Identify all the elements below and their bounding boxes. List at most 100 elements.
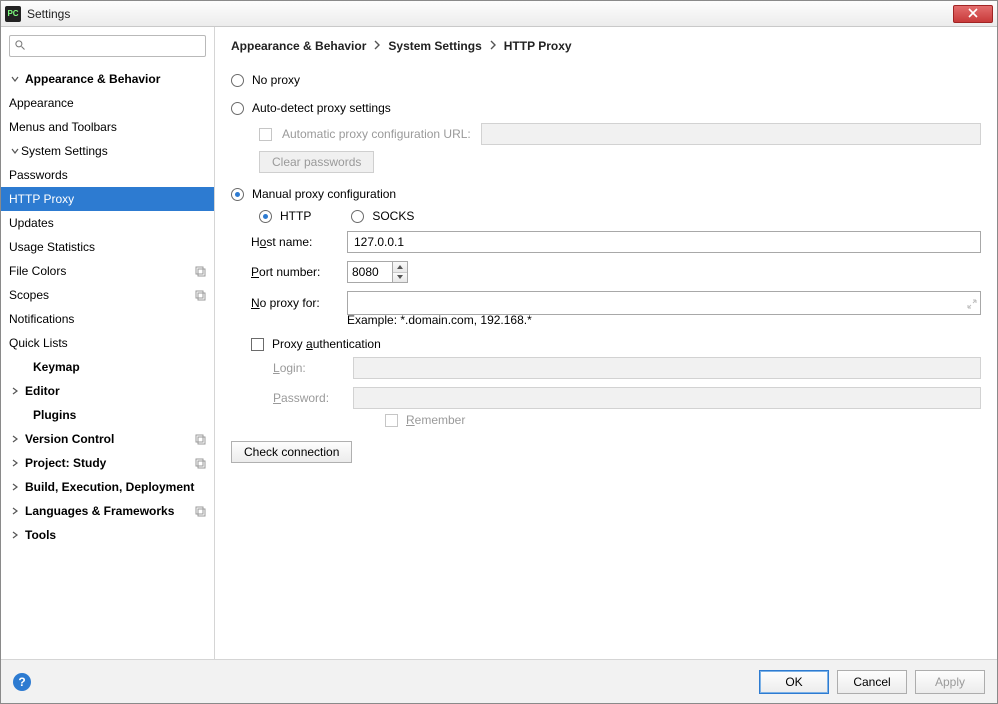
breadcrumb-item[interactable]: Appearance & Behavior [231,39,366,53]
apply-button: Apply [915,670,985,694]
project-level-icon [194,505,206,517]
spinner-down-icon[interactable] [393,273,407,283]
password-label: Password: [273,391,343,405]
tree-label: Menus and Toolbars [9,120,206,134]
tree-usage-statistics[interactable]: Usage Statistics [1,235,214,259]
tree-label: Tools [25,528,206,542]
tree-version-control[interactable]: Version Control [1,427,214,451]
chevron-right-icon [9,483,21,491]
tree-label: Build, Execution, Deployment [25,480,206,494]
checkbox-auto-url [259,128,272,141]
tree-editor[interactable]: Editor [1,379,214,403]
spinner-buttons[interactable] [393,261,408,283]
no-proxy-for-label: No proxy for: [251,296,337,310]
ok-button[interactable]: OK [759,670,829,694]
tree-keymap[interactable]: Keymap [1,355,214,379]
app-icon: PC [5,6,21,22]
tree-label: System Settings [21,144,206,158]
chevron-right-icon [9,387,21,395]
radio-row-manual[interactable]: Manual proxy configuration [231,187,981,201]
settings-tree: Appearance & Behavior Appearance Menus a… [1,63,214,659]
tree-system-settings[interactable]: System Settings [1,139,214,163]
tree-label: Scopes [9,288,194,302]
checkbox-icon [251,338,264,351]
expand-icon[interactable] [967,298,977,312]
radio-row-auto-detect[interactable]: Auto-detect proxy settings [231,101,981,115]
radio-label: Auto-detect proxy settings [252,101,391,115]
radio-row-no-proxy[interactable]: No proxy [231,73,981,87]
radio-label: No proxy [252,73,300,87]
login-label: Login: [273,361,343,375]
tree-scopes[interactable]: Scopes [1,283,214,307]
chevron-down-icon [9,147,21,155]
tree-label: Keymap [33,360,206,374]
titlebar: PC Settings [1,1,997,27]
remember-checkbox-row: Remember [385,413,981,427]
check-connection-button[interactable]: Check connection [231,441,352,463]
chevron-right-icon [490,39,496,53]
proxy-auth-checkbox-row[interactable]: Proxy authentication [251,337,981,351]
tree-tools[interactable]: Tools [1,523,214,547]
clear-passwords-button: Clear passwords [259,151,374,173]
radio-label: SOCKS [372,209,414,223]
tree-notifications[interactable]: Notifications [1,307,214,331]
search-box[interactable] [9,35,206,57]
remember-label: Remember [406,413,465,427]
dialog-footer: ? OK Cancel Apply [1,659,997,703]
tree-build-exec-deploy[interactable]: Build, Execution, Deployment [1,475,214,499]
breadcrumb: Appearance & Behavior System Settings HT… [215,27,997,61]
tree-label: Appearance [9,96,206,110]
content-pane: Appearance & Behavior System Settings HT… [215,27,997,659]
project-level-icon [194,433,206,445]
tree-label: Appearance & Behavior [25,72,206,86]
radio-row-http[interactable]: HTTP [259,209,311,223]
tree-label: Quick Lists [9,336,206,350]
tree-project-study[interactable]: Project: Study [1,451,214,475]
project-level-icon [194,457,206,469]
tree-appearance-behavior[interactable]: Appearance & Behavior [1,67,214,91]
tree-label: Project: Study [25,456,194,470]
password-input [353,387,981,409]
chevron-right-icon [374,39,380,53]
settings-window: PC Settings Appearance & Behavi [0,0,998,704]
tree-menus-toolbars[interactable]: Menus and Toolbars [1,115,214,139]
spinner-up-icon[interactable] [393,262,407,273]
chevron-right-icon [9,507,21,515]
port-label: Port number: [251,265,337,279]
cancel-button[interactable]: Cancel [837,670,907,694]
no-proxy-for-input[interactable] [347,291,981,315]
radio-icon [231,74,244,87]
close-button[interactable] [953,5,993,23]
port-input[interactable] [347,261,393,283]
tree-updates[interactable]: Updates [1,211,214,235]
tree-http-proxy[interactable]: HTTP Proxy [1,187,214,211]
radio-label: Manual proxy configuration [252,187,396,201]
tree-passwords[interactable]: Passwords [1,163,214,187]
close-icon [967,7,979,21]
radio-row-socks[interactable]: SOCKS [351,209,414,223]
port-spinner[interactable] [347,261,981,283]
host-input[interactable] [347,231,981,253]
tree-label: Languages & Frameworks [25,504,194,518]
search-input[interactable] [26,39,201,53]
tree-appearance[interactable]: Appearance [1,91,214,115]
breadcrumb-item[interactable]: System Settings [388,39,481,53]
chevron-right-icon [9,435,21,443]
radio-icon [259,210,272,223]
tree-plugins[interactable]: Plugins [1,403,214,427]
login-input [353,357,981,379]
sidebar: Appearance & Behavior Appearance Menus a… [1,27,215,659]
proxy-auth-label: Proxy authentication [272,337,381,351]
tree-quick-lists[interactable]: Quick Lists [1,331,214,355]
help-button[interactable]: ? [13,673,31,691]
window-title: Settings [27,7,953,21]
radio-icon [231,188,244,201]
chevron-right-icon [9,531,21,539]
breadcrumb-item: HTTP Proxy [504,39,572,53]
auto-url-label: Automatic proxy configuration URL: [282,127,471,141]
tree-file-colors[interactable]: File Colors [1,259,214,283]
project-level-icon [194,265,206,277]
tree-label: Notifications [9,312,206,326]
tree-label: Plugins [33,408,206,422]
tree-languages-frameworks[interactable]: Languages & Frameworks [1,499,214,523]
